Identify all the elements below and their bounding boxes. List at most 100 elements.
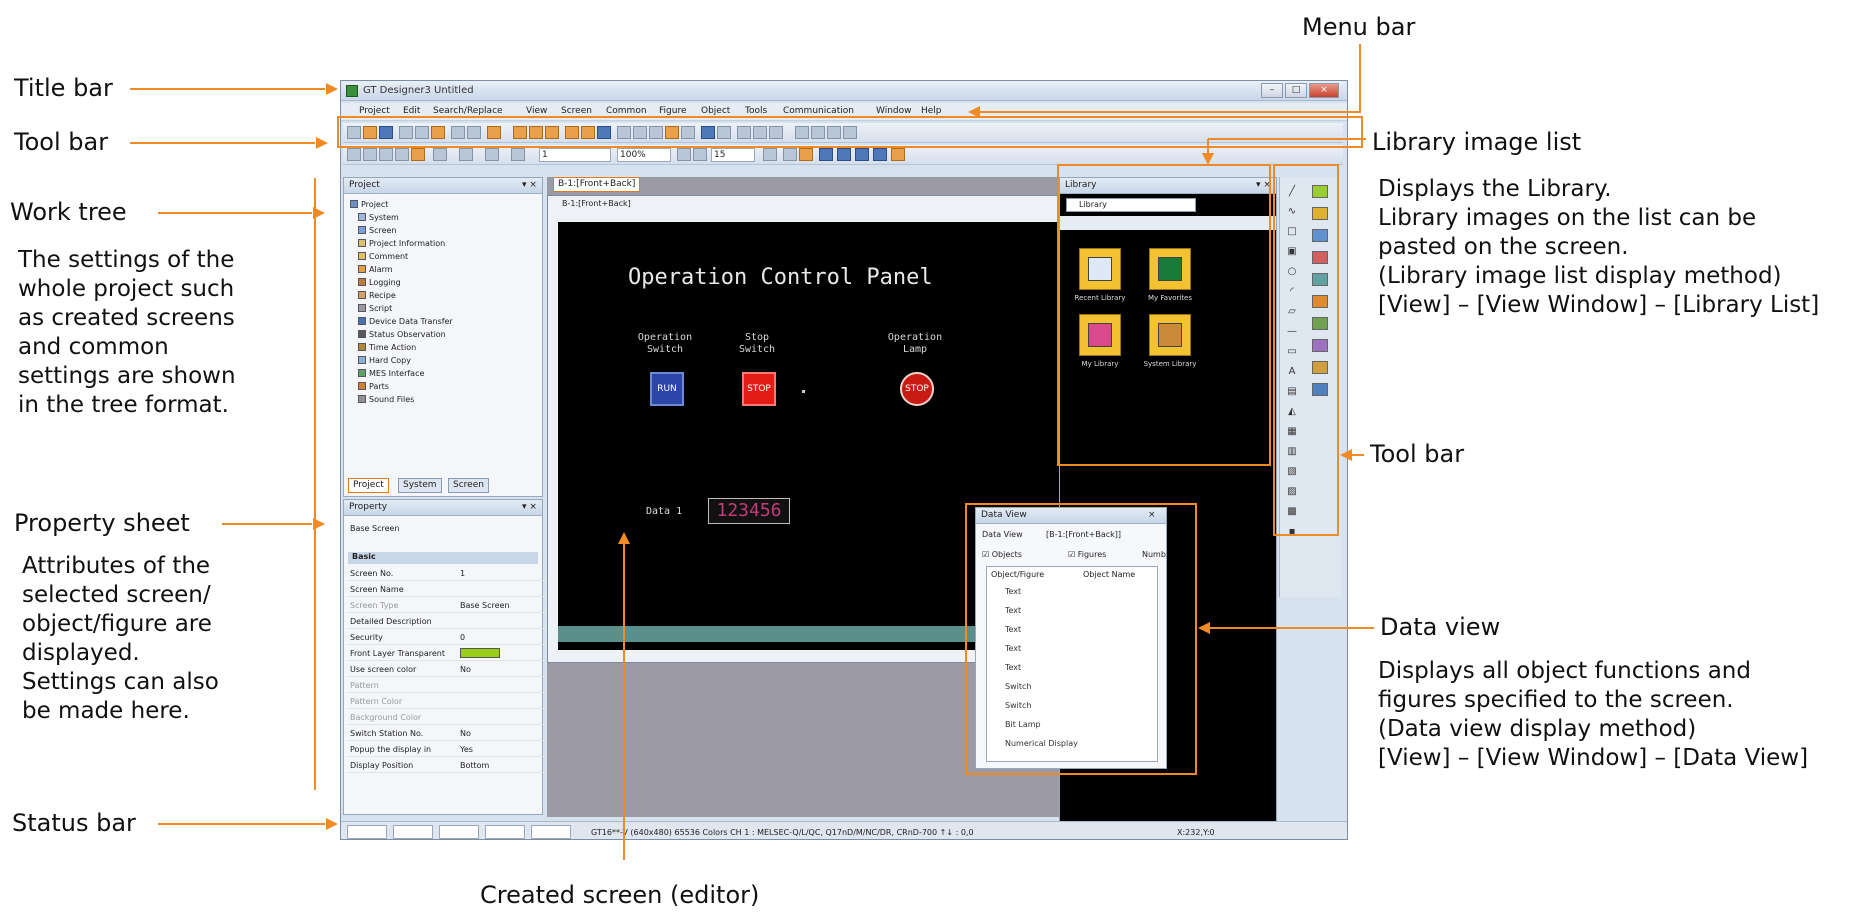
tree-item[interactable]: Status Observation — [358, 330, 446, 339]
align-icon[interactable] — [459, 148, 473, 161]
communication-icon[interactable] — [701, 126, 715, 139]
cut-icon[interactable] — [399, 126, 413, 139]
numerical-display[interactable]: 123456 — [708, 498, 790, 524]
property-row[interactable]: Use screen color No — [348, 662, 548, 677]
property-row[interactable]: Screen No. 1 — [348, 566, 548, 581]
layer-select[interactable]: 15 — [711, 148, 755, 162]
display-icon[interactable] — [783, 148, 797, 161]
objects-checkbox[interactable]: ☑ Objects — [982, 550, 1022, 559]
screen-tool-icon[interactable] — [665, 126, 679, 139]
save-icon[interactable] — [379, 126, 393, 139]
communication-icon[interactable] — [753, 126, 767, 139]
title-bar[interactable]: GT Designer3 Untitled – □ × — [341, 81, 1347, 101]
library-item[interactable]: System Library — [1140, 314, 1200, 368]
tab-project[interactable]: Project — [348, 478, 389, 493]
screen-tool-icon[interactable] — [681, 126, 695, 139]
figure-tool-icon[interactable]: ▤ — [1284, 385, 1300, 398]
object-tool-icon[interactable] — [1312, 273, 1328, 286]
menu-screen[interactable]: Screen — [561, 106, 592, 116]
figure-tool-icon[interactable]: ▣ — [1284, 245, 1300, 258]
numbers-checkbox[interactable]: Numb — [1142, 550, 1166, 559]
menu-edit[interactable]: Edit — [403, 106, 420, 116]
menu-tools[interactable]: Tools — [745, 106, 767, 116]
paste-icon[interactable] — [431, 126, 445, 139]
open-icon[interactable] — [363, 126, 377, 139]
screen-tool-icon[interactable] — [529, 126, 543, 139]
screen-tool-icon[interactable] — [565, 126, 579, 139]
figure-tool-icon[interactable]: ▥ — [1284, 445, 1300, 458]
tree-item[interactable]: Script — [358, 304, 392, 313]
screen-tool-icon[interactable] — [597, 126, 611, 139]
tree-item[interactable]: Hard Copy — [358, 356, 411, 365]
data-view-row[interactable]: Text — [1005, 587, 1021, 596]
figure-tool-icon[interactable]: ▨ — [1284, 485, 1300, 498]
read-icon[interactable] — [811, 126, 825, 139]
menu-figure[interactable]: Figure — [659, 106, 686, 116]
data-view-row[interactable]: Text — [1005, 644, 1021, 653]
maximize-icon[interactable]: □ — [1285, 83, 1307, 98]
object-tool-icon[interactable] — [1312, 207, 1328, 220]
run-switch[interactable]: RUN — [650, 372, 684, 406]
figure-tool-icon[interactable]: ▦ — [1284, 425, 1300, 438]
status-field[interactable] — [439, 825, 479, 839]
find-icon[interactable] — [487, 126, 501, 139]
figure-tool-icon[interactable]: □ — [1284, 225, 1300, 238]
screen-tool-icon[interactable] — [513, 126, 527, 139]
property-row[interactable]: Detailed Description — [348, 614, 548, 629]
screen-list-icon[interactable] — [363, 148, 377, 161]
figure-tool-icon[interactable]: — — [1284, 325, 1300, 338]
tree-item[interactable]: Recipe — [358, 291, 396, 300]
display-icon[interactable] — [799, 148, 813, 161]
zoom-select[interactable]: 100% — [617, 148, 671, 162]
property-row[interactable]: Switch Station No. No — [348, 726, 548, 741]
communication-icon[interactable] — [737, 126, 751, 139]
figure-tool-icon[interactable]: ╱ — [1284, 185, 1300, 198]
status-field[interactable] — [347, 825, 387, 839]
object-tool-icon[interactable] — [1312, 295, 1328, 308]
align-icon[interactable] — [485, 148, 499, 161]
display-icon[interactable] — [855, 148, 869, 161]
menu-common[interactable]: Common — [606, 106, 647, 116]
screen-tool-icon[interactable] — [545, 126, 559, 139]
menu-communication[interactable]: Communication — [783, 106, 854, 116]
write-icon[interactable] — [795, 126, 809, 139]
tree-item[interactable]: MES Interface — [358, 369, 424, 378]
library-item[interactable]: My Favorites — [1140, 248, 1200, 302]
screen-tool-icon[interactable] — [617, 126, 631, 139]
grid-icon[interactable] — [763, 148, 777, 161]
communication-icon[interactable] — [769, 126, 783, 139]
property-row[interactable]: Screen Type Base Screen — [348, 598, 548, 613]
figure-tool-icon[interactable]: ▩ — [1284, 505, 1300, 518]
data-view-row[interactable]: Switch — [1005, 682, 1031, 691]
align-icon[interactable] — [511, 148, 525, 161]
object-tool-icon[interactable] — [1312, 361, 1328, 374]
data-view-row[interactable]: Numerical Display — [1005, 739, 1078, 748]
copy-icon[interactable] — [415, 126, 429, 139]
property-row[interactable]: Popup the display in Yes — [348, 742, 548, 757]
color-swatch[interactable] — [460, 648, 500, 658]
tab-system[interactable]: System — [398, 478, 442, 493]
tab-editor[interactable]: B-1:[Front+Back] — [553, 177, 641, 192]
property-row[interactable]: Pattern Color — [348, 694, 548, 709]
figure-tool-icon[interactable]: ◜ — [1284, 285, 1300, 298]
library-item[interactable]: Recent Library — [1070, 248, 1130, 302]
tree-item[interactable]: System — [358, 213, 399, 222]
verify-icon[interactable] — [843, 126, 857, 139]
stop-switch[interactable]: STOP — [742, 372, 776, 406]
status-field[interactable] — [531, 825, 571, 839]
zoom-in-icon[interactable] — [677, 148, 691, 161]
property-row[interactable]: Pattern — [348, 678, 548, 693]
data-view-row[interactable]: Switch — [1005, 701, 1031, 710]
data-view-row[interactable]: Text — [1005, 625, 1021, 634]
tree-item[interactable]: Alarm — [358, 265, 393, 274]
tree-item[interactable]: Parts — [358, 382, 389, 391]
screen-list-icon[interactable] — [379, 148, 393, 161]
tab-screen[interactable]: Screen — [448, 478, 489, 493]
library-dropdown[interactable]: Library — [1066, 198, 1196, 212]
align-icon[interactable] — [433, 148, 447, 161]
screen-list-icon[interactable] — [395, 148, 409, 161]
object-tool-icon[interactable] — [1312, 185, 1328, 198]
figure-tool-icon[interactable]: ▪ — [1284, 525, 1300, 538]
tree-item[interactable]: Sound Files — [358, 395, 414, 404]
data-view-row[interactable]: Text — [1005, 606, 1021, 615]
